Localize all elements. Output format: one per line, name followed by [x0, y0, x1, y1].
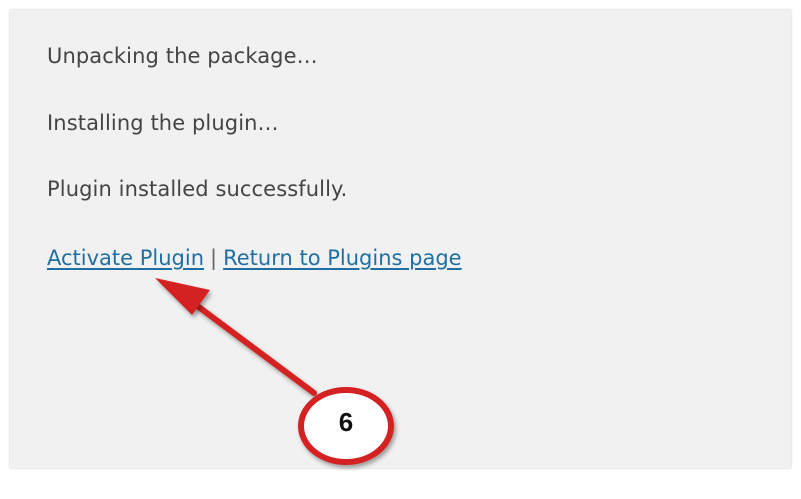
return-to-plugins-link[interactable]: Return to Plugins page [223, 246, 461, 270]
unpacking-message: Unpacking the package… [47, 44, 318, 68]
success-message: Plugin installed successfully. [47, 177, 348, 201]
link-separator: | [210, 246, 218, 270]
installing-message: Installing the plugin… [47, 111, 279, 135]
install-log-panel: Unpacking the package… Installing the pl… [10, 10, 791, 468]
action-links: Activate Plugin | Return to Plugins page [47, 246, 462, 270]
step-number-badge: 6 [338, 407, 354, 437]
page: Unpacking the package… Installing the pl… [0, 0, 801, 499]
activate-plugin-link[interactable]: Activate Plugin [47, 246, 204, 270]
